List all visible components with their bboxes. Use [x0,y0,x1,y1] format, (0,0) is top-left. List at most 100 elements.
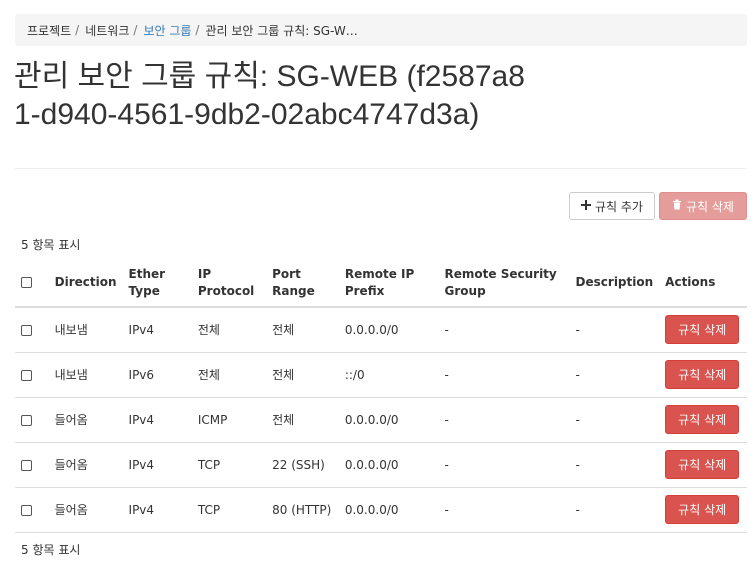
header-line: Type [128,283,160,298]
cell-ether-type: IPv4 [122,397,192,443]
cell-ip-protocol: TCP [191,442,267,488]
breadcrumb: 프로젝트 / 네트워크 / 보안 그룹 / 관리 보안 그룹 규칙: SG-W… [15,14,747,46]
breadcrumb-separator: / [195,23,200,37]
row-select-cell [15,307,49,353]
table-header-row: Direction Ether Type IP Protocol Port Ra… [15,259,747,308]
header-line: Port [272,266,301,281]
table-row: 내보냄 IPv6 전체 전체 ::/0 - - 규칙 삭제 [15,352,747,398]
cell-description: - [569,397,660,443]
cell-description: - [569,307,660,353]
cell-port-range: 전체 [266,352,339,398]
item-count-top: 5 항목 표시 [21,238,81,252]
delete-rule-button[interactable]: 규칙 삭제 [665,360,740,389]
header-line: Ether [128,266,166,281]
add-rule-label: 규칙 추가 [595,199,643,214]
row-checkbox[interactable] [21,369,32,381]
breadcrumb-separator: / [133,23,138,37]
add-rule-button[interactable]: 규칙 추가 [569,192,655,220]
delete-rule-button[interactable]: 규칙 삭제 [665,315,740,345]
cell-ether-type: IPv4 [122,487,192,533]
cell-ether-type: IPv4 [122,442,192,488]
column-header-port-range[interactable]: Port Range [266,259,339,308]
cell-description: - [569,352,660,398]
delete-rule-button[interactable]: 규칙 삭제 [665,405,740,434]
cell-remote-ip-prefix: ::/0 [338,352,439,398]
cell-actions: 규칙 삭제 [659,307,747,353]
cell-port-range: 전체 [266,397,339,443]
header-line: IP [197,266,212,281]
cell-direction: 들어옴 [48,487,123,533]
table-row: 들어옴 IPv4 TCP 80 (HTTP) 0.0.0.0/0 - - 규칙 … [15,487,747,533]
column-header-ether-type[interactable]: Ether Type [122,259,192,308]
header-line: Protocol [197,283,255,298]
row-select-cell [15,487,49,533]
cell-port-range: 전체 [266,307,339,353]
cell-port-range: 80 (HTTP) [266,487,339,533]
row-checkbox[interactable] [21,459,32,471]
header-line: Remote IP [344,266,415,281]
delete-rule-button[interactable]: 규칙 삭제 [665,450,740,479]
cell-remote-ip-prefix: 0.0.0.0/0 [338,307,439,353]
cell-direction: 내보냄 [48,352,123,398]
cell-actions: 규칙 삭제 [659,397,747,443]
select-all-header [15,259,49,308]
breadcrumb-item-current: 관리 보안 그룹 규칙: SG-W… [205,23,358,38]
cell-direction: 들어옴 [48,442,123,488]
cell-remote-security-group: - [438,352,570,398]
column-header-remote-security-group[interactable]: Remote Security Group [438,259,570,308]
cell-ip-protocol: TCP [191,487,267,533]
header-line: Range [272,283,315,298]
page-title: 관리 보안 그룹 규칙: SG-WEB (f2587a81-d940-4561-… [14,60,525,131]
table-row: 들어옴 IPv4 TCP 22 (SSH) 0.0.0.0/0 - - 규칙 삭… [15,442,747,488]
select-all-checkbox[interactable] [21,277,32,288]
delete-rule-button[interactable]: 규칙 삭제 [665,495,740,524]
breadcrumb-item-project: 프로젝트 [27,23,72,38]
cell-remote-ip-prefix: 0.0.0.0/0 [338,397,439,443]
row-select-cell [15,352,49,398]
row-checkbox[interactable] [21,414,32,426]
title-divider [15,168,747,169]
delete-rules-label: 규칙 삭제 [686,199,734,214]
plus-icon [581,199,591,213]
table-row: 들어옴 IPv4 ICMP 전체 0.0.0.0/0 - - 규칙 삭제 [15,397,747,443]
cell-description: - [569,442,660,488]
header-line: Prefix [344,283,385,298]
security-group-rules-table: Direction Ether Type IP Protocol Port Ra… [15,259,747,533]
cell-direction: 내보냄 [48,307,123,353]
trash-icon [672,199,682,213]
cell-ether-type: IPv4 [122,307,192,353]
column-header-ip-protocol[interactable]: IP Protocol [191,259,267,308]
cell-description: - [569,487,660,533]
cell-remote-ip-prefix: 0.0.0.0/0 [338,442,439,488]
cell-actions: 규칙 삭제 [659,442,747,488]
item-count-bottom: 5 항목 표시 [21,543,81,557]
cell-remote-security-group: - [438,307,570,353]
cell-direction: 들어옴 [48,397,123,443]
table-row: 내보냄 IPv4 전체 전체 0.0.0.0/0 - - 규칙 삭제 [15,307,747,353]
delete-rules-button[interactable]: 규칙 삭제 [659,192,747,220]
row-select-cell [15,397,49,443]
row-select-cell [15,442,49,488]
cell-port-range: 22 (SSH) [266,442,339,488]
breadcrumb-item-network: 네트워크 [85,23,130,38]
cell-remote-security-group: - [438,442,570,488]
row-checkbox[interactable] [21,504,32,516]
cell-actions: 규칙 삭제 [659,487,747,533]
cell-ip-protocol: ICMP [191,397,267,443]
row-checkbox[interactable] [21,324,32,336]
column-header-remote-ip-prefix[interactable]: Remote IP Prefix [338,259,439,308]
cell-ip-protocol: 전체 [191,352,267,398]
column-header-actions: Actions [659,259,747,308]
breadcrumb-separator: / [75,23,80,37]
cell-ip-protocol: 전체 [191,307,267,353]
cell-remote-ip-prefix: 0.0.0.0/0 [338,487,439,533]
cell-actions: 규칙 삭제 [659,352,747,398]
cell-remote-security-group: - [438,487,570,533]
cell-ether-type: IPv6 [122,352,192,398]
column-header-direction[interactable]: Direction [48,259,123,308]
breadcrumb-item-security-groups[interactable]: 보안 그룹 [143,22,191,39]
header-line: Group [444,283,486,298]
column-header-description[interactable]: Description [569,259,660,308]
header-line: Remote Security [444,266,557,281]
cell-remote-security-group: - [438,397,570,443]
